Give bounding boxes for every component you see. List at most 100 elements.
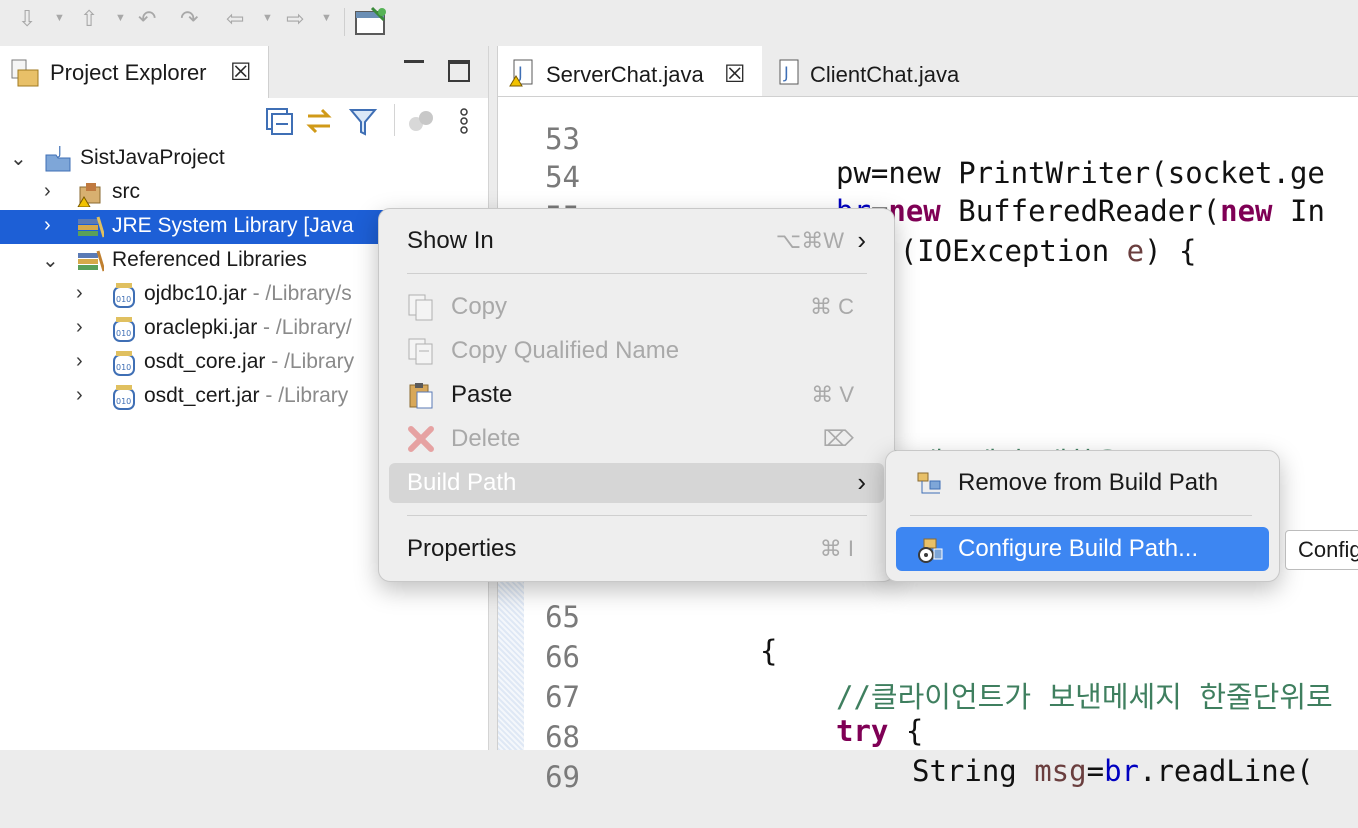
filter-icon[interactable] <box>348 106 378 136</box>
next-annotation-icon[interactable]: ⇩ <box>18 6 36 32</box>
remove-build-path-icon <box>917 472 941 494</box>
line-number: 69 <box>545 760 580 794</box>
jar-icon: 010 <box>113 385 135 410</box>
tree-item-label: SistJavaProject <box>80 146 225 169</box>
back-arrow-icon[interactable]: ⇦ <box>226 6 244 32</box>
menu-item-build-path[interactable]: Build Path › <box>389 463 884 503</box>
pin-editor-icon[interactable]: ↷ <box>180 6 198 32</box>
code-token: (IOException <box>882 234 1127 268</box>
code-line[interactable]: 68 String msg=br.readLine( <box>498 686 1358 788</box>
tab-label: Project Explorer <box>50 60 207 85</box>
menu-item-label: Copy Qualified Name <box>451 337 680 364</box>
package-folder-warning-icon <box>77 183 101 207</box>
view-menu-icon[interactable] <box>450 106 480 136</box>
dropdown-arrow-icon[interactable]: ▼ <box>54 12 65 24</box>
previous-annotation-icon[interactable]: ⇧ <box>80 6 98 32</box>
chevron-right-icon[interactable]: › <box>44 180 51 203</box>
menu-separator <box>407 515 867 516</box>
svg-text:010: 010 <box>116 363 131 372</box>
toolbar-separator <box>394 104 395 136</box>
chevron-down-icon[interactable]: ⌄ <box>10 146 27 171</box>
code-line[interactable]: 53 pw=new PrintWriter(socket.ge <box>498 88 1358 190</box>
forward-arrow-icon[interactable]: ⇨ <box>286 6 304 32</box>
tree-item-project[interactable]: ⌄ J SistJavaProject <box>0 142 488 176</box>
tree-item-path: - /Library/s <box>246 282 352 305</box>
dropdown-arrow-icon[interactable]: ▼ <box>321 12 332 24</box>
library-icon <box>78 250 104 272</box>
paste-icon <box>409 383 433 409</box>
menu-item-label: Copy <box>451 293 508 320</box>
tree-item-label: osdt_cert.jar <box>144 384 260 407</box>
menu-item-copy[interactable]: Copy ⌘ C <box>389 287 884 327</box>
chevron-right-icon[interactable]: › <box>76 350 83 373</box>
collapse-all-icon[interactable] <box>264 106 294 136</box>
tree-item-path: - /Library <box>265 350 355 373</box>
chevron-right-icon[interactable]: › <box>76 316 83 339</box>
menu-item-paste[interactable]: Paste ⌘ V <box>389 375 884 415</box>
tree-item-label: JRE System Library [Java <box>112 214 354 237</box>
link-with-editor-icon[interactable] <box>304 106 334 136</box>
toolbar-separator <box>344 8 345 36</box>
dropdown-arrow-icon[interactable]: ▼ <box>115 12 126 24</box>
chevron-down-icon[interactable]: ⌄ <box>42 248 59 273</box>
menu-item-label: Build Path <box>407 469 517 496</box>
menu-item-remove-from-build-path[interactable]: Remove from Build Path <box>896 461 1269 505</box>
chevron-right-icon[interactable]: › <box>76 282 83 305</box>
minimize-icon[interactable] <box>404 60 424 63</box>
menu-item-properties[interactable]: Properties ⌘ I <box>389 529 884 569</box>
chevron-right-icon[interactable]: › <box>76 384 83 407</box>
tab-project-explorer[interactable]: Project Explorer ☒ <box>0 46 269 98</box>
library-icon <box>78 216 104 238</box>
focus-on-active-task-icon[interactable] <box>406 106 436 136</box>
java-file-icon: J <box>779 59 799 85</box>
menu-item-label: Show In <box>407 227 494 254</box>
code-line[interactable]: 55 } catch (IOException e) { <box>498 166 1358 268</box>
svg-text:010: 010 <box>116 329 131 338</box>
tree-item-label: Referenced Libraries <box>112 248 307 271</box>
code-line[interactable]: 66 //클라이언트가 보낸메세지 한줄단위로 <box>498 606 1358 714</box>
menu-shortcut: ⌦ <box>822 426 854 451</box>
menu-separator <box>910 515 1252 516</box>
menu-shortcut: ⌘ I <box>819 536 854 561</box>
open-perspective-icon[interactable] <box>354 6 388 36</box>
last-edit-location-icon[interactable]: ↶ <box>138 6 156 32</box>
configure-build-path-icon <box>918 538 943 563</box>
svg-text:J: J <box>783 63 789 82</box>
tree-item-label: src <box>112 180 140 203</box>
tree-item-src[interactable]: › src <box>0 176 488 210</box>
code-token: ) { <box>1144 234 1197 268</box>
build-path-submenu: Remove from Build Path Configure Build P… <box>885 450 1280 582</box>
menu-item-copy-qualified-name[interactable]: Copy Qualified Name <box>389 331 884 371</box>
code-line[interactable]: 67 try { <box>498 646 1358 748</box>
context-menu: Show In ⌥⌘W › Copy ⌘ C Copy Qualified Na… <box>378 208 895 582</box>
tree-item-label: oraclepki.jar <box>144 316 258 339</box>
maximize-icon[interactable] <box>448 60 470 82</box>
tree-item-label: osdt_core.jar <box>144 350 266 373</box>
tree-item-path: - /Library <box>259 384 349 407</box>
chevron-right-icon: › <box>857 225 866 255</box>
code-line[interactable]: 69 <box>498 726 1358 794</box>
config-button[interactable]: Config <box>1285 530 1358 570</box>
close-icon[interactable]: ☒ <box>724 60 746 89</box>
dropdown-arrow-icon[interactable]: ▼ <box>262 12 273 24</box>
menu-item-label: Configure Build Path... <box>958 535 1199 562</box>
svg-text:J: J <box>57 145 62 158</box>
jar-icon: 010 <box>113 283 135 308</box>
menu-item-show-in[interactable]: Show In ⌥⌘W › <box>389 221 884 261</box>
close-icon[interactable]: ☒ <box>230 58 252 87</box>
tab-label: ClientChat.java <box>810 62 960 87</box>
svg-text:010: 010 <box>116 397 131 406</box>
menu-separator <box>407 273 867 274</box>
menu-item-delete[interactable]: Delete ⌦ <box>389 419 884 459</box>
main-toolbar: ⇩ ▼ ⇧ ▼ ↶ ↷ ⇦ ▼ ⇨ ▼ <box>0 0 1358 44</box>
chevron-right-icon[interactable]: › <box>44 214 51 237</box>
menu-shortcut: ⌥⌘W <box>775 228 844 253</box>
tree-item-path: - /Library/ <box>257 316 352 339</box>
menu-item-configure-build-path[interactable]: Configure Build Path... <box>896 527 1269 571</box>
menu-item-label: Remove from Build Path <box>958 469 1219 496</box>
explorer-toolbar <box>0 98 488 146</box>
menu-item-label: Delete <box>451 425 521 452</box>
menu-item-label: Paste <box>451 381 513 408</box>
code-line[interactable]: 54 br=new BufferedReader(new In <box>498 126 1358 228</box>
project-explorer-icon <box>11 59 39 87</box>
